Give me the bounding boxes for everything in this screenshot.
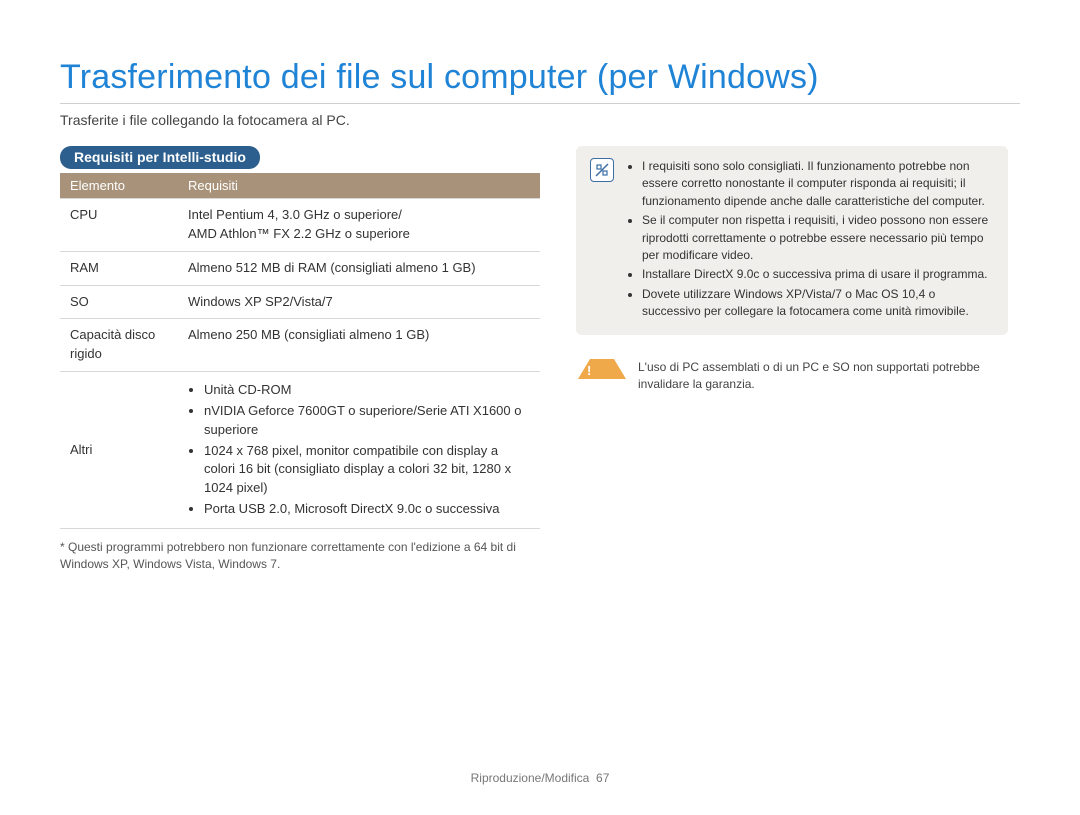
row-label-ram: RAM: [60, 251, 178, 285]
requirements-table: Elemento Requisiti CPU Intel Pentium 4, …: [60, 173, 540, 529]
row-value-ram: Almeno 512 MB di RAM (consigliati almeno…: [178, 251, 540, 285]
row-label-cpu: CPU: [60, 199, 178, 252]
info-note-box: I requisiti sono solo consigliati. Il fu…: [576, 146, 1008, 335]
table-row: CPU Intel Pentium 4, 3.0 GHz o superiore…: [60, 199, 540, 252]
other-bullet: 1024 x 768 pixel, monitor compatibile co…: [204, 442, 530, 499]
page-footer: Riproduzione/Modifica 67: [0, 771, 1080, 785]
table-header-requirements: Requisiti: [178, 173, 540, 199]
warning-text: L'uso di PC assemblati o di un PC e SO n…: [638, 359, 1006, 394]
info-bullet: Dovete utilizzare Windows XP/Vista/7 o M…: [642, 286, 994, 321]
section-heading-pill: Requisiti per Intelli-studio: [60, 146, 260, 169]
other-bullet: Unità CD-ROM: [204, 381, 530, 400]
table-footnote: * Questi programmi potrebbero non funzio…: [60, 539, 540, 573]
info-bullet: Installare DirectX 9.0c o successiva pri…: [642, 266, 994, 283]
other-bullet: Porta USB 2.0, Microsoft DirectX 9.0c o …: [204, 500, 530, 519]
warning-icon: !: [578, 359, 626, 379]
info-bullet: Se il computer non rispetta i requisiti,…: [642, 212, 994, 264]
row-label-disk: Capacità disco rigido: [60, 319, 178, 372]
warning-box: ! L'uso di PC assemblati o di un PC e SO…: [576, 359, 1008, 394]
footer-section: Riproduzione/Modifica: [471, 771, 590, 785]
info-bullet: I requisiti sono solo consigliati. Il fu…: [642, 158, 994, 210]
row-value-other: Unità CD-ROM nVIDIA Geforce 7600GT o sup…: [178, 372, 540, 529]
info-icon: [590, 158, 614, 182]
table-row: Altri Unità CD-ROM nVIDIA Geforce 7600GT…: [60, 372, 540, 529]
row-value-cpu: Intel Pentium 4, 3.0 GHz o superiore/ AM…: [178, 199, 540, 252]
table-header-element: Elemento: [60, 173, 178, 199]
page-subtitle: Trasferite i file collegando la fotocame…: [60, 112, 1020, 128]
table-row: SO Windows XP SP2/Vista/7: [60, 285, 540, 319]
row-value-disk: Almeno 250 MB (consigliati almeno 1 GB): [178, 319, 540, 372]
other-bullet: nVIDIA Geforce 7600GT o superiore/Serie …: [204, 402, 530, 440]
row-value-so: Windows XP SP2/Vista/7: [178, 285, 540, 319]
row-label-so: SO: [60, 285, 178, 319]
table-row: RAM Almeno 512 MB di RAM (consigliati al…: [60, 251, 540, 285]
page-title: Trasferimento dei file sul computer (per…: [60, 58, 1020, 104]
footer-page-number: 67: [596, 771, 609, 785]
table-row: Capacità disco rigido Almeno 250 MB (con…: [60, 319, 540, 372]
row-label-other: Altri: [60, 372, 178, 529]
